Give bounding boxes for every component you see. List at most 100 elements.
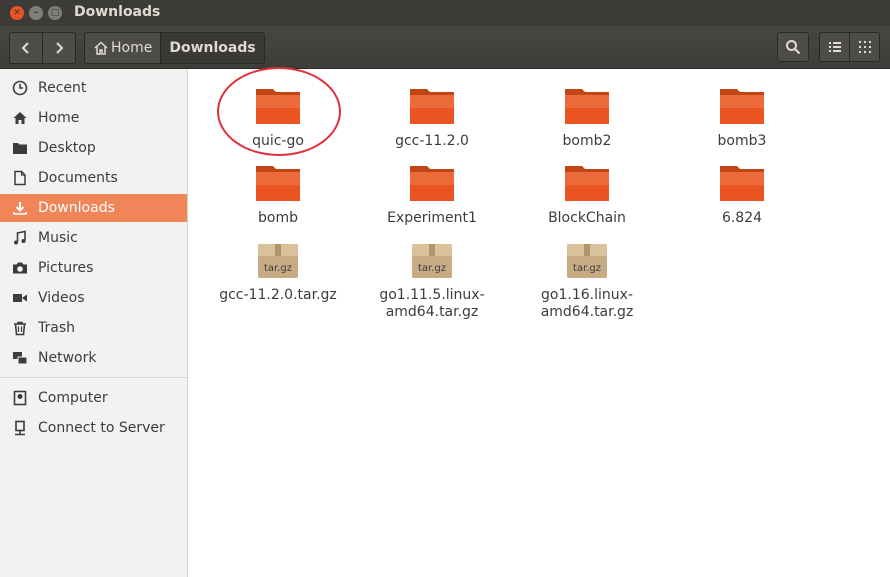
sidebar-item-desktop[interactable]: Desktop [0,134,187,162]
video-icon [11,289,29,307]
file-label-line2: amd64.tar.gz [540,304,634,320]
folder-icon [254,82,302,130]
archive-icon: tar.gz [408,236,456,284]
toolbar: Home Downloads [0,26,890,69]
file-label: go1.11.5.linux-amd64.tar.gz [362,287,502,321]
folder-icon [563,159,611,207]
sidebar-item-label: Computer [38,390,108,406]
view-mode-buttons [819,32,880,62]
file-item[interactable]: bomb3 [672,82,812,150]
sidebar: Recent Home Desktop Documents Downloads … [0,69,188,577]
folder-icon [408,82,456,130]
breadcrumb-home[interactable]: Home [85,33,160,63]
file-item[interactable]: tar.gz go1.16.linux-amd64.tar.gz [517,236,657,321]
file-label: BlockChain [548,210,626,226]
folder-icon [408,159,456,207]
sidebar-item-label: Home [38,110,80,126]
chevron-left-icon [21,42,29,54]
maximize-icon: □ [50,8,60,18]
minimize-window-button[interactable]: – [29,6,43,20]
file-label: bomb [258,210,298,226]
sidebar-item-trash[interactable]: Trash [0,314,187,342]
file-item[interactable]: tar.gz go1.11.5.linux-amd64.tar.gz [362,236,502,321]
sidebar-item-label: Network [38,350,97,366]
file-item[interactable]: bomb2 [517,82,657,150]
window-title: Downloads [74,4,161,20]
file-label: bomb2 [562,133,612,149]
sidebar-item-connect-to-server[interactable]: Connect to Server [0,414,187,442]
file-item[interactable]: Experiment1 [362,159,502,227]
file-label: gcc-11.2.0.tar.gz [219,287,337,303]
breadcrumb: Home Downloads [84,32,265,64]
sidebar-item-label: Connect to Server [38,420,165,436]
search-button[interactable] [777,32,809,62]
archive-badge: tar.gz [417,263,447,274]
file-item[interactable]: quic-go [208,82,348,150]
home-icon [94,41,108,55]
computer-icon [11,389,29,407]
file-item[interactable]: bomb [208,159,348,227]
file-view: quic-go gcc-11.2.0 bomb2 bomb3 bomb Expe… [189,69,890,577]
file-label: bomb3 [717,133,767,149]
close-window-button[interactable]: ✕ [10,6,24,20]
server-icon [11,419,29,437]
breadcrumb-downloads-label: Downloads [169,40,256,56]
file-item[interactable]: tar.gz gcc-11.2.0.tar.gz [208,236,348,304]
sidebar-item-label: Documents [38,170,118,186]
sidebar-item-label: Pictures [38,260,94,276]
file-label: gcc-11.2.0 [395,133,469,149]
search-icon [786,40,801,55]
download-icon [11,199,29,217]
breadcrumb-home-label: Home [111,40,153,56]
file-label: Experiment1 [387,210,477,226]
sidebar-item-music[interactable]: Music [0,224,187,252]
sidebar-item-label: Desktop [38,140,96,156]
archive-icon: tar.gz [563,236,611,284]
sidebar-item-documents[interactable]: Documents [0,164,187,192]
minimize-icon: – [33,8,39,18]
trash-icon [11,319,29,337]
clock-icon [11,79,29,97]
maximize-window-button[interactable]: □ [48,6,62,20]
file-item[interactable]: BlockChain [517,159,657,227]
sidebar-item-label: Videos [38,290,85,306]
sidebar-item-computer[interactable]: Computer [0,384,187,412]
navigation-buttons [9,32,76,64]
breadcrumb-downloads[interactable]: Downloads [160,33,264,63]
folder-icon [718,82,766,130]
sidebar-item-label: Music [38,230,78,246]
file-label-line1: go1.16.linux- [541,287,633,303]
back-button[interactable] [10,33,42,63]
list-view-button[interactable] [820,33,849,61]
folder-icon [11,139,29,157]
file-item[interactable]: 6.824 [672,159,812,227]
network-icon [11,349,29,367]
file-label-line1: go1.11.5.linux- [379,287,485,303]
sidebar-item-pictures[interactable]: Pictures [0,254,187,282]
sidebar-item-network[interactable]: Network [0,344,187,372]
file-label-line2: amd64.tar.gz [385,304,479,320]
folder-icon [254,159,302,207]
sidebar-item-home[interactable]: Home [0,104,187,132]
forward-button[interactable] [42,33,75,63]
list-view-icon [828,42,841,52]
sidebar-item-downloads[interactable]: Downloads [0,194,187,222]
close-icon: ✕ [13,8,21,18]
home-icon [11,109,29,127]
camera-icon [11,259,29,277]
archive-icon: tar.gz [254,236,302,284]
sidebar-item-label: Trash [38,320,75,336]
sidebar-item-videos[interactable]: Videos [0,284,187,312]
folder-icon [563,82,611,130]
file-label: quic-go [252,133,304,149]
sidebar-item-label: Downloads [38,200,115,216]
document-icon [11,169,29,187]
chevron-right-icon [56,42,64,54]
music-icon [11,229,29,247]
grid-view-icon [858,41,871,53]
sidebar-item-recent[interactable]: Recent [0,74,187,102]
folder-icon [718,159,766,207]
grid-view-button[interactable] [849,33,879,61]
archive-badge: tar.gz [263,263,293,274]
file-item[interactable]: gcc-11.2.0 [362,82,502,150]
